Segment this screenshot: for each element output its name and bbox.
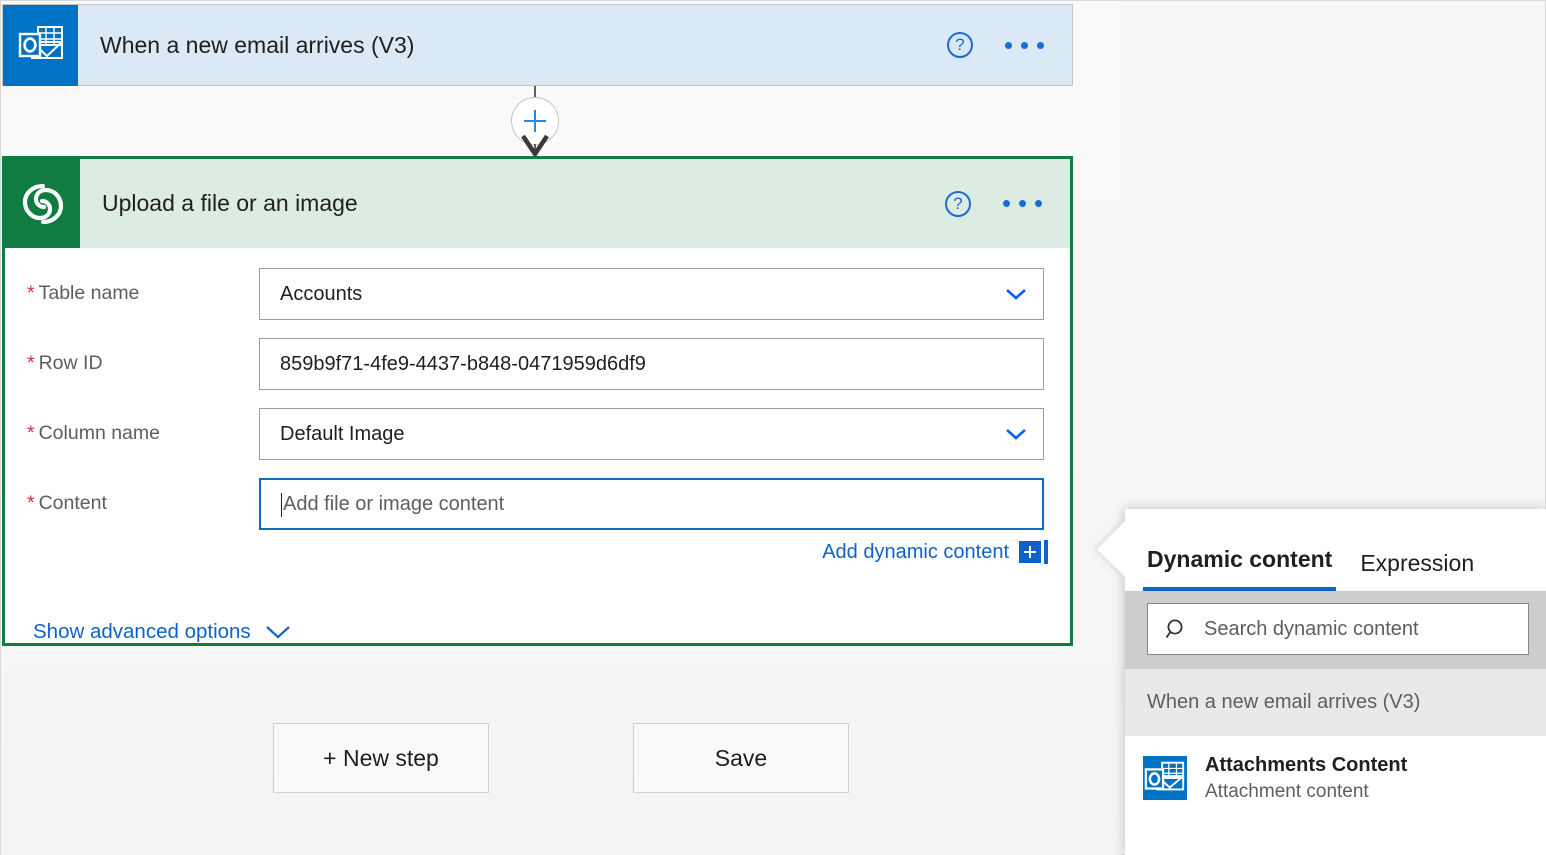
dynamic-content-panel: Dynamic content Expression Search dynami…: [1125, 509, 1546, 855]
field-label-table-name: *Table name: [27, 268, 259, 305]
dynamic-content-item-title: Attachments Content: [1205, 752, 1407, 779]
outlook-icon: [3, 5, 78, 86]
plus-square-icon[interactable]: [1019, 541, 1041, 563]
search-icon: [1164, 617, 1188, 641]
trigger-card-when-new-email-arrives[interactable]: When a new email arrives (V3) ?: [2, 4, 1073, 86]
outlook-icon: [1143, 756, 1187, 800]
power-automate-designer: When a new email arrives (V3) ?: [0, 0, 1546, 855]
tab-dynamic-content[interactable]: Dynamic content: [1143, 546, 1336, 591]
trigger-card-title: When a new email arrives (V3): [78, 32, 414, 59]
dynamic-content-item-attachments-content[interactable]: Attachments Content Attachment content: [1125, 736, 1546, 821]
required-asterisk: *: [27, 352, 35, 374]
field-row-content: *Content Add file or image content: [5, 478, 1070, 530]
designer-action-buttons: + New step Save: [1, 723, 1121, 793]
field-label-content: *Content: [27, 478, 259, 515]
content-placeholder: Add file or image content: [283, 493, 1026, 516]
column-name-dropdown[interactable]: Default Image: [259, 408, 1044, 460]
required-asterisk: *: [27, 282, 35, 304]
field-row-table-name: *Table name Accounts: [5, 268, 1070, 320]
required-asterisk: *: [27, 492, 35, 514]
search-dynamic-content-input[interactable]: Search dynamic content: [1147, 603, 1529, 655]
dynamic-content-group-header: When a new email arrives (V3): [1125, 669, 1546, 736]
action-card-title: Upload a file or an image: [80, 190, 358, 217]
text-cursor: [281, 493, 282, 517]
field-label-row-id: *Row ID: [27, 338, 259, 375]
field-row-row-id: *Row ID 859b9f71-4fe9-4437-b848-0471959d…: [5, 338, 1070, 390]
content-input[interactable]: Add file or image content: [259, 478, 1044, 530]
add-dynamic-content-link[interactable]: Add dynamic content: [822, 541, 1009, 564]
help-circle-icon[interactable]: ?: [945, 191, 971, 217]
table-name-dropdown[interactable]: Accounts: [259, 268, 1044, 320]
help-circle-icon[interactable]: ?: [947, 32, 973, 58]
arrow-down-icon: [521, 134, 549, 158]
tab-expression[interactable]: Expression: [1356, 550, 1478, 591]
table-name-value: Accounts: [280, 283, 995, 306]
field-label-column-name: *Column name: [27, 408, 259, 445]
panel-pointer: [1097, 521, 1125, 577]
flow-canvas: When a new email arrives (V3) ?: [1, 1, 1121, 855]
dynamic-content-item-subtitle: Attachment content: [1205, 779, 1407, 805]
more-ellipsis-icon[interactable]: [1003, 36, 1046, 55]
action-card-body: *Table name Accounts *Row ID: [5, 268, 1070, 644]
show-advanced-options-toggle[interactable]: Show advanced options: [5, 620, 291, 644]
add-dynamic-content-row: Add dynamic content: [5, 540, 1070, 564]
action-card-upload-file-or-image[interactable]: Upload a file or an image ? *Table name …: [2, 156, 1073, 646]
more-ellipsis-icon[interactable]: [1001, 194, 1044, 213]
dynamic-content-search-area: Search dynamic content: [1125, 591, 1546, 669]
row-id-input[interactable]: 859b9f71-4fe9-4437-b848-0471959d6df9: [259, 338, 1044, 390]
row-id-value: 859b9f71-4fe9-4437-b848-0471959d6df9: [280, 353, 1027, 376]
action-card-header: Upload a file or an image ?: [5, 159, 1070, 248]
field-row-column-name: *Column name Default Image: [5, 408, 1070, 460]
dataverse-icon: [5, 159, 80, 248]
search-placeholder: Search dynamic content: [1204, 618, 1419, 641]
action-card-actions: ?: [945, 191, 1070, 217]
dynamic-content-tabs: Dynamic content Expression: [1125, 509, 1546, 591]
trigger-card-actions: ?: [947, 32, 1072, 58]
chevron-down-icon[interactable]: [1005, 428, 1027, 440]
flow-connector: [499, 86, 571, 158]
dynamic-content-bar: [1044, 540, 1048, 564]
dynamic-content-item-text: Attachments Content Attachment content: [1205, 752, 1407, 805]
required-asterisk: *: [27, 422, 35, 444]
new-step-button[interactable]: + New step: [273, 723, 489, 793]
column-name-value: Default Image: [280, 423, 995, 446]
chevron-down-icon[interactable]: [1005, 288, 1027, 300]
show-advanced-options-label: Show advanced options: [33, 620, 251, 644]
save-button[interactable]: Save: [633, 723, 849, 793]
chevron-down-icon: [265, 625, 291, 639]
